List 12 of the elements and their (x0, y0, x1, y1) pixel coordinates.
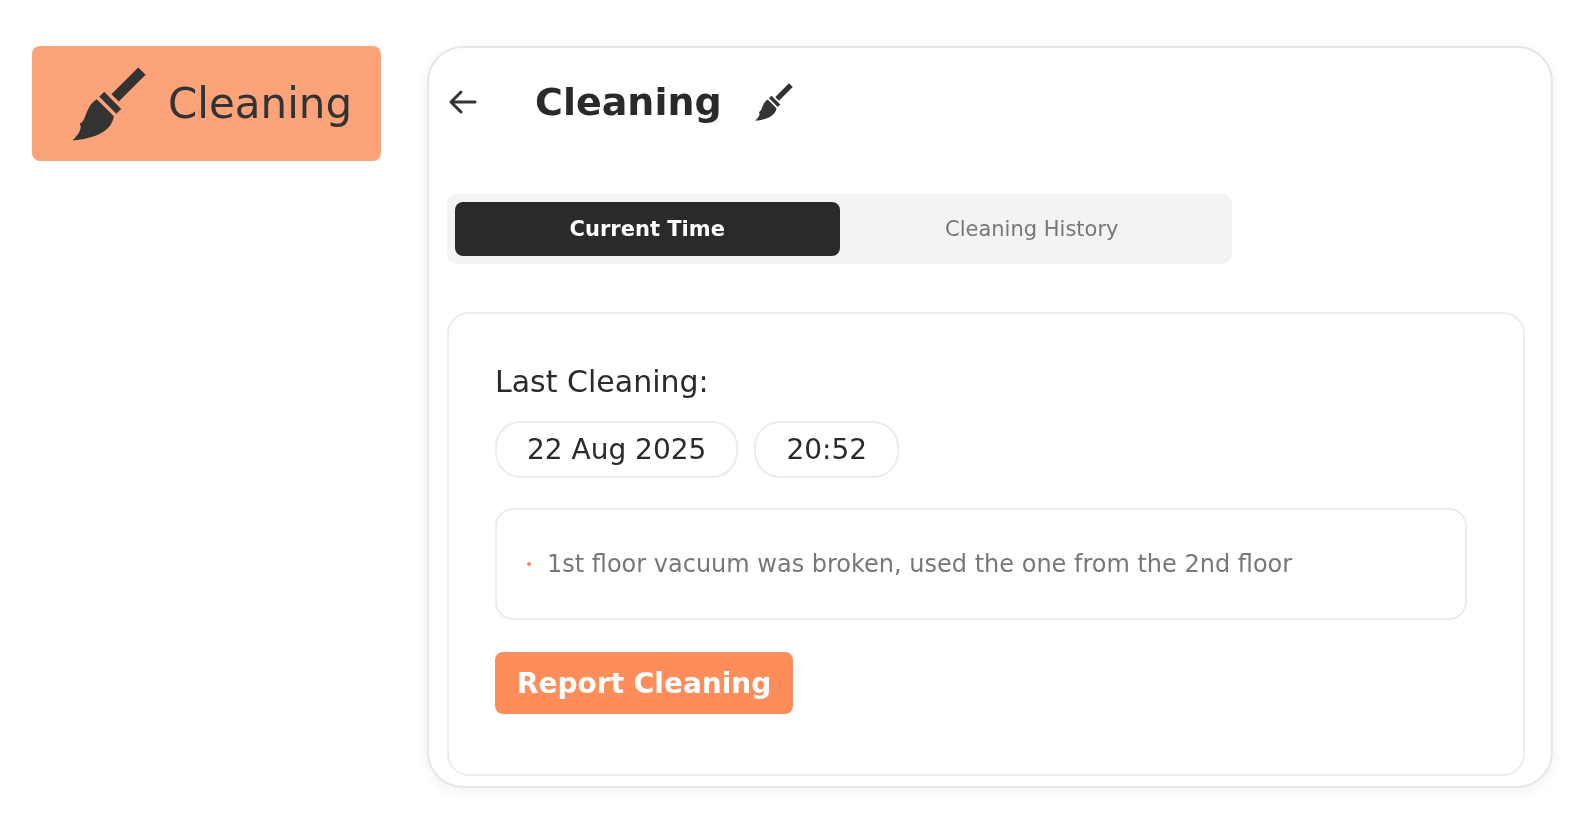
date-chip: 22 Aug 2025 (495, 421, 739, 478)
broom-icon (753, 82, 794, 122)
panel-title: Cleaning (535, 80, 722, 124)
back-arrow-icon[interactable] (447, 89, 477, 115)
time-chip: 20:52 (754, 421, 900, 478)
note-text: 1st floor vacuum was broken, used the one from the 2nd floor (547, 550, 1293, 578)
badge-label: Cleaning (168, 79, 353, 128)
tab[interactable]: Current Time (455, 202, 840, 256)
bullet-icon (527, 562, 531, 566)
card-heading: Last Cleaning: (495, 364, 709, 399)
report-cleaning-button[interactable]: Report Cleaning (495, 652, 794, 714)
tab[interactable]: Cleaning History (839, 202, 1224, 256)
